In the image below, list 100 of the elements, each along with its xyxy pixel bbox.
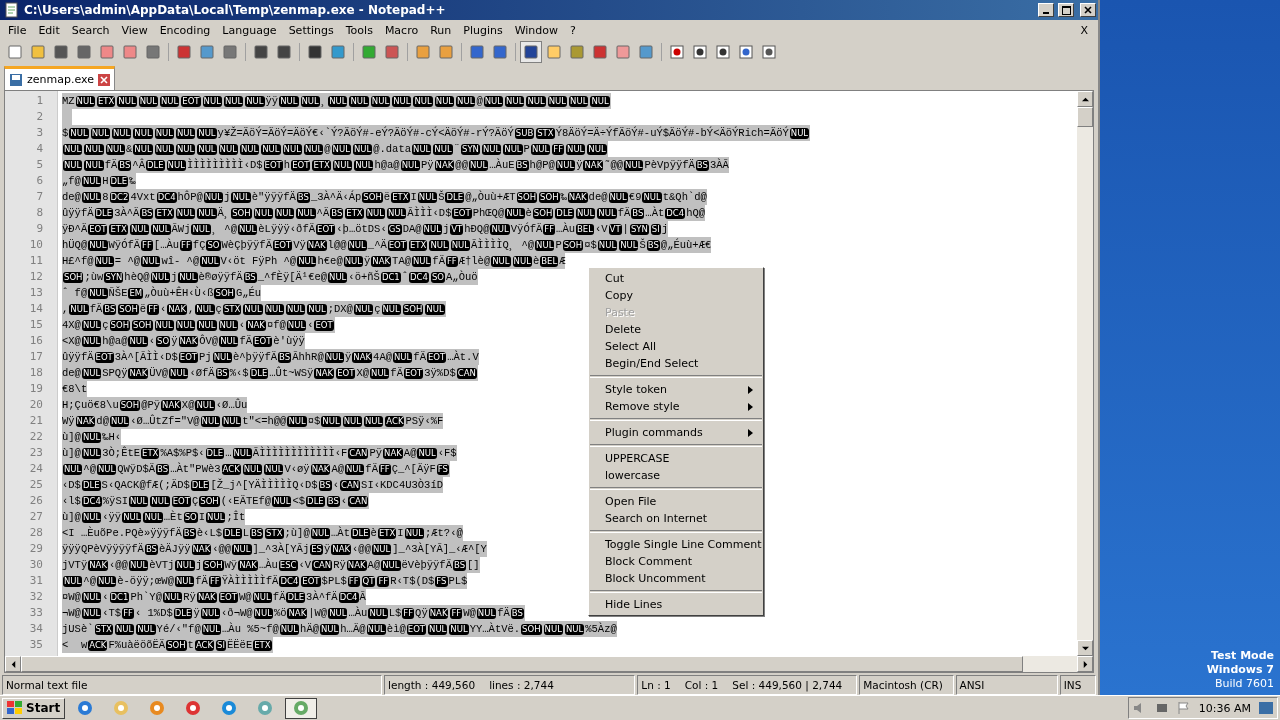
scrollbar-thumb[interactable] [1077, 107, 1093, 127]
line-number: 16 [28, 333, 44, 349]
line-text: ‹ [238, 319, 246, 331]
line-text: Yé/‹"f@ [156, 623, 201, 635]
control-char: NUL [393, 351, 413, 363]
control-char: NUL [162, 591, 183, 603]
arrow-left-icon[interactable] [9, 660, 17, 668]
menu-item[interactable]: Toggle Single Line Comment [589, 536, 763, 553]
control-char: NUL [178, 271, 198, 283]
line-text: …Àu [258, 559, 278, 571]
control-char: BS [515, 159, 529, 171]
control-char: NUL [63, 463, 83, 475]
menu-item[interactable]: Encoding [153, 23, 217, 37]
control-char: BS [326, 495, 340, 507]
line-text: fÄ [497, 607, 510, 619]
control-char: EM [128, 287, 144, 299]
control-char: BS [510, 607, 524, 619]
menu-item[interactable]: Search [65, 23, 116, 37]
control-char: SYN [104, 271, 124, 283]
menu-item[interactable]: Macro [378, 23, 425, 37]
menu-item[interactable]: File [2, 23, 33, 37]
line-number: 34 [28, 621, 44, 637]
menu-item[interactable]: UPPERCASE [589, 450, 763, 467]
control-char: NUL [296, 207, 316, 219]
line-text: l@@ [327, 239, 347, 251]
control-char: NUL [366, 623, 386, 635]
arrow-down-icon[interactable] [1081, 644, 1089, 652]
menu-item[interactable]: ? [564, 23, 582, 37]
minimize-button[interactable] [1038, 3, 1054, 17]
control-char: NUL [175, 143, 196, 155]
control-char: NUL [133, 127, 153, 139]
flag-icon[interactable] [1176, 701, 1191, 715]
control-char: DLE [223, 527, 242, 539]
menu-item[interactable]: Open File [589, 493, 763, 510]
desktop-text: Build 7601 [1214, 677, 1274, 691]
menu-item[interactable]: View [115, 23, 154, 37]
arrow-up-icon[interactable] [1081, 95, 1089, 103]
line-text: (‹EÄTEf@ [220, 495, 272, 507]
control-char: SO [430, 271, 446, 283]
file-tab[interactable]: zenmap.exe [4, 66, 115, 90]
control-char: ESC [278, 559, 298, 571]
taskbar-app[interactable] [285, 697, 318, 719]
menu-item[interactable]: Settings [282, 23, 340, 37]
close-document-button[interactable]: X [1072, 23, 1096, 37]
control-char: NUL [370, 367, 390, 379]
control-char: CAN [348, 495, 369, 507]
menu-item[interactable]: Tools [339, 23, 379, 37]
line-text: de@ [62, 367, 81, 379]
menu-item[interactable]: Hide Lines [589, 596, 763, 613]
close-button[interactable] [1080, 3, 1096, 17]
scrollbar-thumb[interactable] [21, 656, 1023, 672]
submenu-arrow-icon [748, 428, 753, 437]
control-char: NUL [272, 495, 292, 507]
control-char: NUL [218, 319, 238, 331]
menu-item[interactable]: Begin/End Select [589, 355, 763, 372]
menu-item[interactable]: Language [216, 23, 283, 37]
menu-item[interactable]: Delete [589, 321, 763, 338]
line-text: @ [476, 95, 483, 107]
menu-item[interactable]: Select All [589, 338, 763, 355]
menu-item[interactable]: Block Comment [589, 553, 763, 570]
line-number: 8 [35, 205, 44, 221]
line-number: 26 [28, 493, 44, 509]
menu-item[interactable]: Copy [589, 287, 763, 304]
menu-item[interactable]: Plugin commands [589, 424, 763, 441]
control-char: NUL [310, 527, 331, 539]
menu-item[interactable]: Window [508, 23, 565, 37]
line-text: ÃÌÌÌ‹D$ [407, 207, 452, 219]
start-button[interactable]: Start [2, 697, 66, 719]
line-text: ¤f@ [266, 319, 286, 331]
menu-item[interactable]: Edit [32, 23, 66, 37]
menu-item[interactable]: Style token [589, 381, 763, 398]
line-text: ÿ [193, 607, 200, 619]
control-char: SYN [629, 223, 649, 235]
close-icon[interactable] [97, 73, 110, 86]
toolbar-button[interactable] [520, 41, 542, 63]
menu-item[interactable]: Block Uncomment [589, 570, 763, 587]
control-char: NUL [175, 559, 195, 571]
menu-item[interactable]: Search on Internet [589, 510, 763, 527]
menu-item[interactable]: Remove style [589, 398, 763, 415]
line-text: PèVpÿÿfÄ [644, 159, 695, 171]
control-char: NAK [310, 463, 331, 475]
control-char: SOH [402, 303, 424, 315]
line-text: èì@ [386, 623, 406, 635]
control-char: EOT [178, 351, 199, 363]
menu-item[interactable]: Plugins [457, 23, 509, 37]
control-char: NUL [81, 191, 102, 203]
menu-item[interactable]: Cut [589, 270, 763, 287]
show-desktop-icon[interactable] [1259, 701, 1273, 715]
line-text: Wÿ [224, 559, 238, 571]
control-char: NUL [449, 623, 469, 635]
menu-item[interactable]: lowercase [589, 467, 763, 484]
menu-item[interactable]: Run [424, 23, 458, 37]
control-char: EOT [301, 575, 321, 587]
arrow-right-icon[interactable] [1081, 660, 1089, 668]
control-char: NUL [219, 335, 239, 347]
maximize-button[interactable] [1058, 3, 1074, 17]
line-number: 11 [28, 253, 44, 269]
control-char: NUL [342, 415, 362, 427]
control-char: BS [118, 159, 132, 171]
control-char: FF [378, 463, 391, 475]
